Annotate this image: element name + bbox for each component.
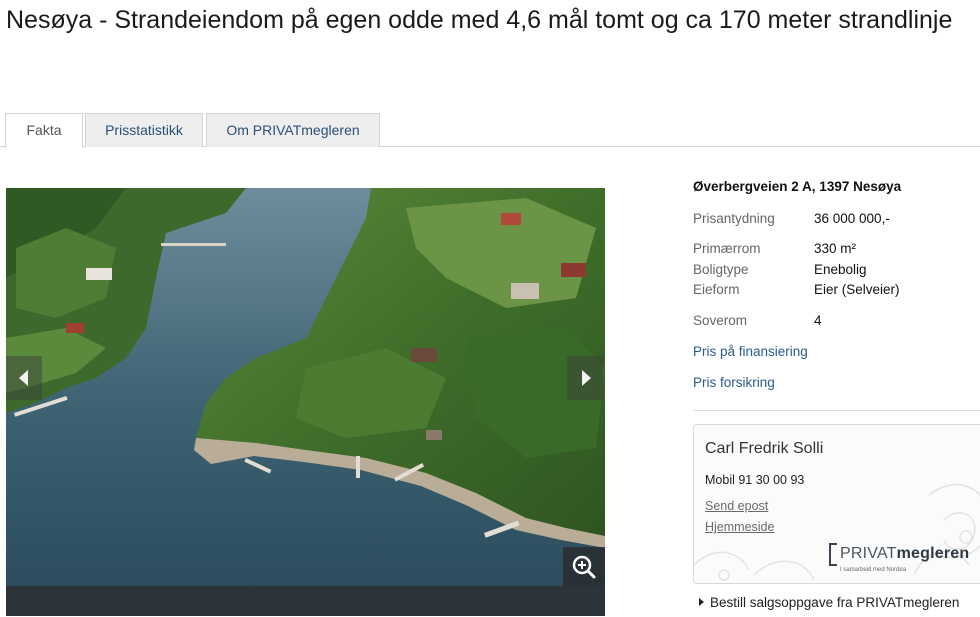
logo-wordmark: PRIVATmegleren xyxy=(840,545,969,563)
logo-tagline: I samarbeid med Nordea xyxy=(840,567,907,573)
page-title: Nesøya - Strandeiendom på egen odde med … xyxy=(6,6,953,34)
logo-bracket-icon xyxy=(829,543,837,566)
property-photo[interactable] xyxy=(6,188,605,616)
fact-label: Prisantydning xyxy=(693,211,775,226)
fact-label: Soverom xyxy=(693,313,748,328)
next-photo-button[interactable] xyxy=(567,356,603,400)
privatmegleren-logo: PRIVATmegleren I samarbeid med Nordea xyxy=(828,541,980,581)
aerial-photo-image xyxy=(6,188,605,616)
tab-fakta[interactable]: Fakta xyxy=(5,113,83,148)
fact-label: Eieform xyxy=(693,282,740,297)
previous-photo-button[interactable] xyxy=(6,356,42,400)
fact-label: Primærrom xyxy=(693,241,761,256)
agent-name: Carl Fredrik Solli xyxy=(705,440,824,457)
zoom-in-icon xyxy=(572,555,596,579)
fact-value: Eier (Selveier) xyxy=(814,282,900,297)
agent-mobile: Mobil 91 30 00 93 xyxy=(705,473,805,487)
property-address: Øverbergveien 2 A, 1397 Nesøya xyxy=(693,179,902,194)
tab-om-privatmegleren[interactable]: Om PRIVATmegleren xyxy=(206,113,380,147)
tab-prisstatistikk[interactable]: Prisstatistikk xyxy=(85,113,203,147)
chevron-right-icon xyxy=(582,370,591,386)
insurance-price-link[interactable]: Pris forsikring xyxy=(693,374,775,392)
chevron-left-icon xyxy=(19,370,28,386)
logo-word-bold: megleren xyxy=(896,545,970,562)
order-prospectus-link[interactable]: Bestill salgsoppgave fra PRIVATmegleren xyxy=(699,595,959,610)
tab-bar: Fakta Prisstatistikk Om PRIVATmegleren xyxy=(0,113,980,148)
agent-card: Carl Fredrik Solli Mobil 91 30 00 93 Sen… xyxy=(693,424,980,584)
logo-word-light: PRIVAT xyxy=(840,545,897,562)
zoom-photo-button[interactable] xyxy=(563,547,605,587)
fact-value: Enebolig xyxy=(814,262,867,277)
photo-caption-bar xyxy=(6,586,605,616)
fact-value: 330 m² xyxy=(814,241,857,256)
triangle-right-icon xyxy=(699,598,704,606)
fact-value: 4 xyxy=(814,313,822,328)
fact-value: 36 000 000,- xyxy=(814,211,890,226)
fact-label: Boligtype xyxy=(693,262,749,277)
homepage-link[interactable]: Hjemmeside xyxy=(705,520,774,534)
send-email-link[interactable]: Send epost xyxy=(705,499,768,513)
financing-price-link[interactable]: Pris på finansiering xyxy=(693,343,808,361)
order-prospectus-label: Bestill salgsoppgave fra PRIVATmegleren xyxy=(710,595,960,610)
divider xyxy=(693,410,980,411)
